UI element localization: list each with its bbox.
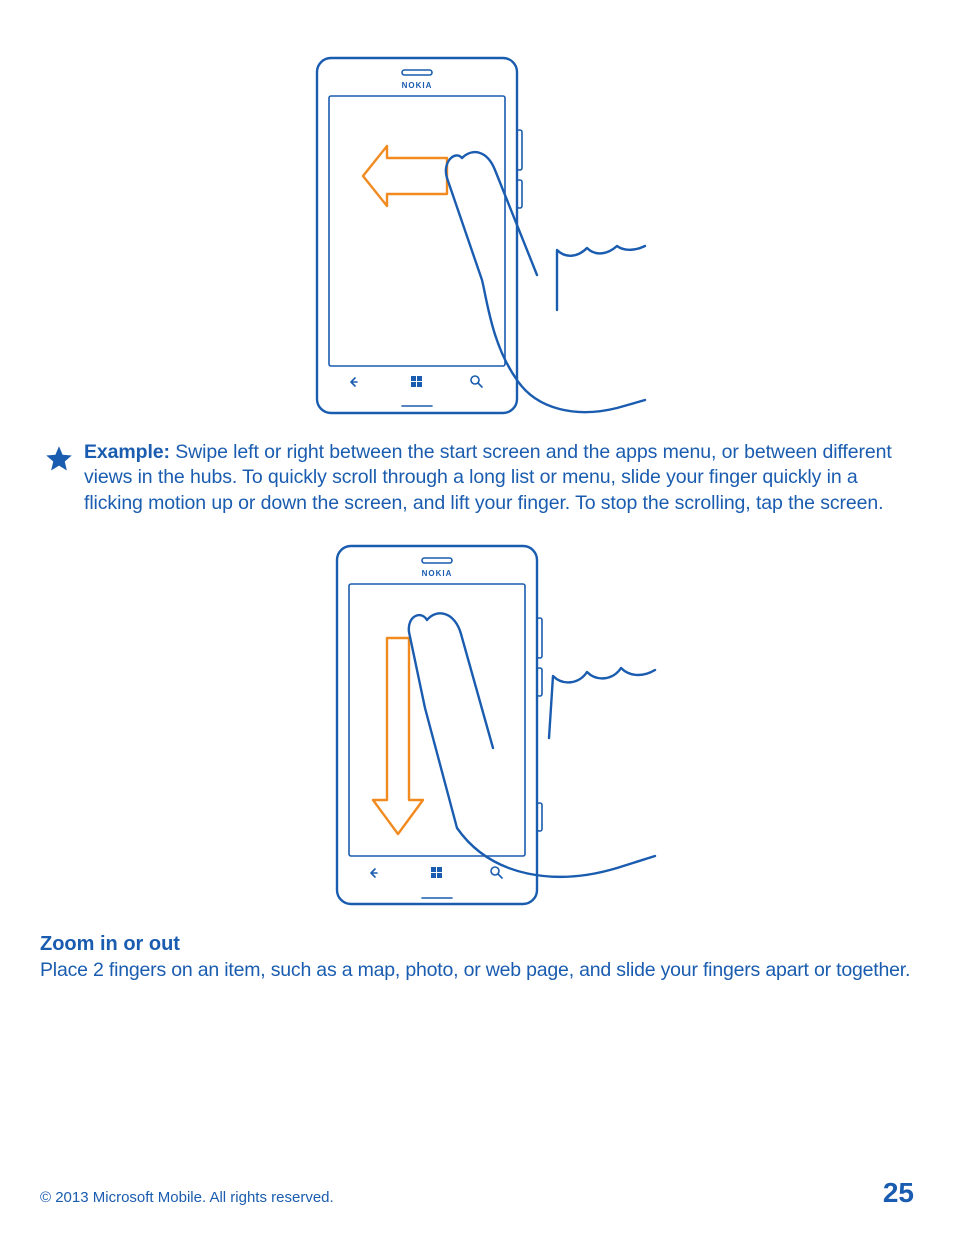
nav-windows-icon bbox=[411, 376, 422, 387]
example-label: Example: bbox=[84, 441, 170, 463]
nav-back-icon bbox=[371, 869, 377, 877]
zoom-text: Place 2 fingers on an item, such as a ma… bbox=[40, 958, 914, 983]
swipe-left-arrow-icon bbox=[363, 146, 447, 206]
nav-windows-icon bbox=[431, 867, 442, 878]
nav-back-icon bbox=[351, 378, 357, 386]
nav-search-icon bbox=[471, 376, 482, 387]
figure-swipe-vertical: NOKIA bbox=[40, 538, 914, 913]
brand-label: NOKIA bbox=[402, 81, 433, 90]
copyright-text: © 2013 Microsoft Mobile. All rights rese… bbox=[40, 1189, 334, 1206]
figure-swipe-horizontal: NOKIA bbox=[40, 50, 914, 420]
page-footer: © 2013 Microsoft Mobile. All rights rese… bbox=[40, 1177, 914, 1209]
page-number: 25 bbox=[883, 1177, 914, 1209]
zoom-section: Zoom in or out Place 2 fingers on an ite… bbox=[40, 933, 914, 983]
example-body: Swipe left or right between the start sc… bbox=[84, 441, 892, 514]
hand-outline-icon bbox=[446, 152, 645, 412]
brand-label: NOKIA bbox=[422, 569, 453, 578]
example-text: Example: Swipe left or right between the… bbox=[84, 440, 914, 516]
phone-swipe-illustration: NOKIA bbox=[307, 50, 647, 420]
document-page: NOKIA bbox=[0, 0, 954, 1257]
example-tip: Example: Swipe left or right between the… bbox=[40, 440, 914, 516]
nav-search-icon bbox=[491, 867, 502, 878]
hand-outline-icon bbox=[409, 613, 655, 876]
zoom-heading: Zoom in or out bbox=[40, 933, 914, 956]
star-icon bbox=[44, 444, 74, 474]
phone-flick-illustration: NOKIA bbox=[297, 538, 657, 913]
